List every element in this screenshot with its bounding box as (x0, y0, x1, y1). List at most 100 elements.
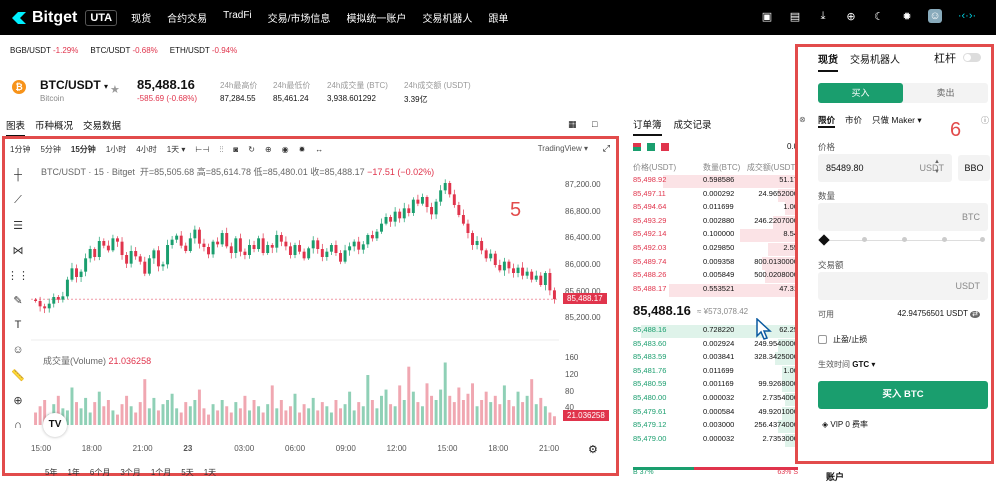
expand-arrows-icon[interactable]: ↔ (315, 145, 323, 154)
nav-tradfi[interactable]: TradFi (223, 10, 252, 25)
ticker-item[interactable]: BGB/USDT -1.29% (10, 46, 78, 62)
fib-icon[interactable]: ⋮⋮ (7, 267, 29, 283)
range-1d[interactable]: 1天 (204, 467, 216, 478)
info-icon[interactable]: ⓘ (981, 115, 989, 126)
bid-row[interactable]: 85,483.59 0.003841 328.3425000 (633, 352, 798, 366)
ruler-icon[interactable]: 📏 (10, 367, 26, 383)
download-icon[interactable]: ⤓ (816, 9, 830, 23)
wallet-icon[interactable]: ▣ (760, 9, 774, 23)
tradingview-selector[interactable]: TradingView ▾ (538, 144, 588, 153)
ask-row[interactable]: 85,489.74 0.009358 800.0130000 (633, 256, 798, 270)
ask-row[interactable]: 85,493.29 0.002880 246.2207000 (633, 215, 798, 229)
crosshair-icon[interactable]: ┼ (10, 167, 26, 183)
refresh-icon[interactable]: ↻ (248, 145, 255, 154)
bid-row[interactable]: 85,479.61 0.000584 49.9201000 (633, 406, 798, 420)
order-type-market[interactable]: 市价 (845, 114, 862, 128)
range-5d[interactable]: 5天 (181, 467, 193, 478)
tab-trading-data[interactable]: 交易数据 (83, 118, 121, 137)
brush-icon[interactable]: ✎ (10, 292, 26, 308)
nav-demo-account[interactable]: 模拟统一账户 (346, 10, 406, 25)
range-6m[interactable]: 6个月 (90, 467, 110, 478)
order-type-limit[interactable]: 限价 (818, 114, 836, 128)
emoji-icon[interactable]: ☺ (10, 342, 26, 358)
candlestick-chart[interactable] (31, 175, 559, 431)
ask-row[interactable]: 85,494.64 0.011699 1.00 (633, 202, 798, 216)
collapse-icon[interactable]: ⊗ (799, 115, 806, 124)
buy-tab[interactable]: 买入 (818, 83, 903, 103)
chart-fullscreen-icon[interactable]: ⤢ (603, 143, 610, 154)
ask-row[interactable]: 85,488.26 0.005849 500.0208000 (633, 270, 798, 284)
view-asks-icon[interactable] (661, 143, 669, 151)
price-stepper[interactable]: ▲ ▼ (934, 157, 940, 177)
nav-copy-trading[interactable]: 跟单 (488, 10, 508, 25)
quantity-input[interactable]: BTC (818, 203, 988, 231)
bid-row[interactable]: 85,481.76 0.011699 1.00 (633, 365, 798, 379)
trendline-icon[interactable]: ⟋ (10, 192, 26, 208)
tab-bots[interactable]: 交易机器人 (850, 51, 900, 72)
tab-chart[interactable]: 图表 (6, 118, 26, 137)
ask-row[interactable]: 85,492.14 0.100000 8.54 (633, 229, 798, 243)
price-input[interactable]: 85489.80 USDT (818, 154, 952, 182)
pair-selector[interactable]: BTC/USDT ▾ (40, 78, 108, 92)
moon-icon[interactable]: ☾ (872, 9, 886, 23)
ask-row[interactable]: 85,488.17 0.553521 47.31 (633, 283, 798, 297)
range-3m[interactable]: 3个月 (120, 467, 140, 478)
ask-row[interactable]: 85,498.92 0.598586 51.17 (633, 175, 798, 188)
quantity-slider[interactable] (818, 234, 985, 246)
nav-market-info[interactable]: 交易/市场信息 (268, 10, 331, 25)
dots-icon[interactable]: ·‹·›· (956, 9, 978, 23)
vip-fee-link[interactable]: ◈ VIP 0 费率 (822, 419, 868, 430)
tab-coin-overview[interactable]: 币种概况 (35, 118, 73, 137)
avatar-icon[interactable]: ☺ (928, 9, 942, 23)
zoom-icon[interactable]: ⊕ (10, 392, 26, 408)
time-in-force[interactable]: 生效时间 GTC ▾ (818, 359, 875, 370)
uta-badge[interactable]: UTA (85, 9, 118, 26)
tab-trades[interactable]: 成交记录 (674, 117, 712, 136)
view-bids-icon[interactable] (647, 143, 655, 151)
calculator-icon[interactable]: ▦ (568, 119, 577, 130)
settings-icon[interactable]: ✹ (299, 145, 306, 154)
bid-row[interactable]: 85,483.60 0.002924 249.9540000 (633, 338, 798, 352)
text-icon[interactable]: T (10, 317, 26, 333)
fullscreen-icon[interactable]: □ (592, 119, 597, 129)
interval-5m[interactable]: 5分钟 (40, 144, 60, 155)
tab-orderbook[interactable]: 订单簿 (633, 117, 662, 136)
folder-icon[interactable]: ▤ (788, 9, 802, 23)
bid-row[interactable]: 85,480.00 0.000032 2.7354000 (633, 393, 798, 406)
star-icon[interactable]: ★ (110, 83, 120, 96)
interval-4h[interactable]: 4小时 (136, 144, 156, 155)
bbo-button[interactable]: BBO (958, 155, 990, 181)
gear-icon[interactable]: ✹ (900, 9, 914, 23)
add-alert-icon[interactable]: ⊕ (265, 145, 272, 154)
interval-1d[interactable]: 1天 ▾ (167, 144, 186, 155)
buy-btc-button[interactable]: 买入 BTC (818, 381, 988, 409)
ticker-item[interactable]: ETH/USDT -0.94% (170, 46, 237, 62)
horizontal-lines-icon[interactable]: ☰ (10, 217, 26, 233)
tpsl-checkbox[interactable]: 止盈/止损 (818, 334, 867, 345)
nav-futures[interactable]: 合约交易 (167, 10, 207, 25)
bid-row[interactable]: 85,479.00 0.000032 2.7353000 (633, 433, 798, 447)
nav-trading-bots[interactable]: 交易机器人 (422, 10, 472, 25)
amount-input[interactable]: USDT (818, 272, 988, 300)
leverage-toggle[interactable] (963, 53, 981, 62)
range-1m[interactable]: 1个月 (151, 467, 171, 478)
view-both-icon[interactable] (633, 143, 641, 151)
interval-15m[interactable]: 15分钟 (71, 144, 96, 155)
ask-row[interactable]: 85,492.03 0.029850 2.55 (633, 243, 798, 256)
indicators-icon[interactable]: ⫶⫶ (219, 145, 223, 155)
pattern-icon[interactable]: ⋈ (10, 242, 26, 258)
order-type-maker[interactable]: 只做 Maker ▾ (872, 114, 922, 128)
interval-1m[interactable]: 1分钟 (10, 144, 30, 155)
range-1y[interactable]: 1年 (67, 467, 79, 478)
compare-icon[interactable]: ⊢⊣ (195, 145, 209, 154)
globe-icon[interactable]: ⊕ (844, 9, 858, 23)
replay-icon[interactable]: ◉ (282, 145, 289, 154)
bid-row[interactable]: 85,479.12 0.003000 256.4374000 (633, 420, 798, 434)
sell-tab[interactable]: 卖出 (903, 83, 988, 103)
camera-icon[interactable]: ◙ (233, 145, 238, 154)
tab-spot[interactable]: 现货 (818, 51, 838, 72)
bitget-logo[interactable]: Bitget (10, 9, 77, 27)
interval-1h[interactable]: 1小时 (106, 144, 126, 155)
ask-row[interactable]: 85,497.11 0.000292 24.9652000 (633, 188, 798, 202)
bid-row[interactable]: 85,480.59 0.001169 99.9268000 (633, 379, 798, 393)
